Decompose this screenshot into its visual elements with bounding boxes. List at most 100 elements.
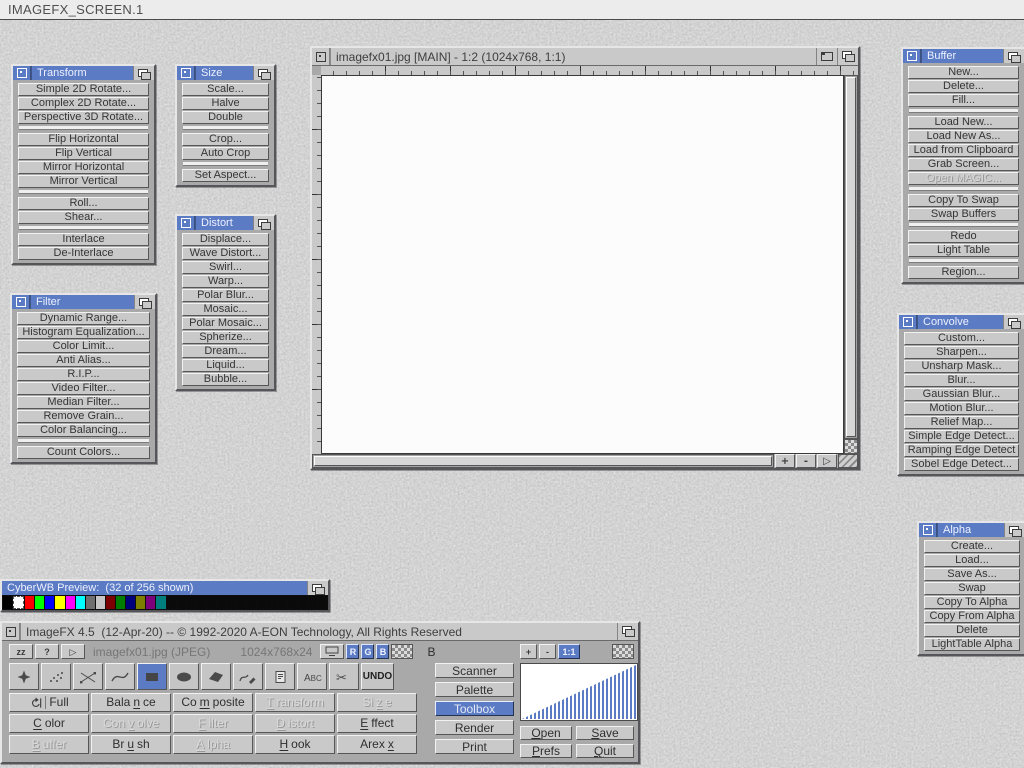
zoom-out-button[interactable]: -: [796, 454, 816, 468]
zoom-in-button[interactable]: +: [520, 644, 537, 659]
open-button[interactable]: Open: [520, 726, 572, 740]
set-aspect-button[interactable]: Set Aspect...: [182, 169, 269, 182]
depth-gadget-icon[interactable]: [253, 216, 274, 230]
bubble-button[interactable]: Bubble...: [182, 373, 269, 386]
pattern-button[interactable]: [612, 644, 634, 659]
count-colors-button[interactable]: Count Colors...: [17, 446, 150, 459]
palette-swatch-16[interactable]: [167, 596, 176, 609]
redo-button[interactable]: Redo: [908, 230, 1019, 243]
palette-swatch-1[interactable]: [13, 596, 24, 609]
relief-map-button[interactable]: Relief Map...: [904, 416, 1019, 429]
image-canvas[interactable]: [321, 75, 844, 454]
depth-gadget-icon[interactable]: [253, 66, 274, 80]
de-interlace-button[interactable]: De-Interlace: [18, 247, 149, 260]
motion-blur-button[interactable]: Motion Blur...: [904, 402, 1019, 415]
depth-gadget-icon[interactable]: [617, 623, 638, 640]
mosaic-button[interactable]: Mosaic...: [182, 303, 269, 316]
anti-alias-button[interactable]: Anti Alias...: [17, 354, 150, 367]
alpha-view-toggle-icon[interactable]: [844, 439, 858, 454]
composite-button[interactable]: Composite: [173, 693, 253, 712]
sharpen-button[interactable]: Sharpen...: [904, 346, 1019, 359]
airbrush-tool-button[interactable]: [41, 663, 71, 690]
copy-from-alpha-button[interactable]: Copy From Alpha: [924, 610, 1020, 623]
play-button[interactable]: ▷: [817, 454, 837, 468]
buffer-titlebar[interactable]: Buffer: [903, 49, 1024, 63]
zoom-ratio-button[interactable]: 1:1: [558, 644, 580, 659]
gaussian-blur-button[interactable]: Gaussian Blur...: [904, 388, 1019, 401]
swap-button[interactable]: Swap: [924, 582, 1020, 595]
blue-channel-button[interactable]: B: [376, 644, 389, 659]
palette-swatch-6[interactable]: [66, 596, 75, 609]
horizontal-scroll-knob[interactable]: [314, 456, 772, 466]
load-new-button[interactable]: Load New...: [908, 116, 1019, 129]
palette-swatch-11[interactable]: [116, 596, 125, 609]
palette-swatch-26[interactable]: [267, 596, 276, 609]
palette-swatch-9[interactable]: [96, 596, 105, 609]
full-button[interactable]: Full: [9, 693, 89, 712]
box-tool-button[interactable]: [137, 663, 167, 690]
dynamic-range-button[interactable]: Dynamic Range...: [17, 312, 150, 325]
palette-swatch-28[interactable]: [288, 596, 297, 609]
clipboard-tool-button[interactable]: [265, 663, 295, 690]
palette-swatch-22[interactable]: [227, 596, 236, 609]
color-balancing-button[interactable]: Color Balancing...: [17, 424, 150, 437]
help-button[interactable]: ?: [35, 644, 59, 659]
screen-titlebar[interactable]: IMAGEFX_SCREEN.1: [0, 0, 1024, 20]
effect-button[interactable]: Effect: [337, 714, 417, 733]
size-titlebar[interactable]: Size: [177, 66, 274, 80]
oval-tool-button[interactable]: [169, 663, 199, 690]
scanner-button[interactable]: Scanner: [435, 663, 514, 678]
close-icon[interactable]: [177, 216, 195, 230]
close-icon[interactable]: [919, 523, 937, 537]
spherize-button[interactable]: Spherize...: [182, 331, 269, 344]
palette-window-titlebar[interactable]: CyberWB Preview: (32 of 256 shown): [2, 581, 328, 595]
grab-screen-button[interactable]: Grab Screen...: [908, 158, 1019, 171]
ramping-edge-detect-button[interactable]: Ramping Edge Detect: [904, 444, 1019, 457]
close-icon[interactable]: [2, 623, 20, 640]
simple-2d-rotate-button[interactable]: Simple 2D Rotate...: [18, 83, 149, 96]
palette-swatch-30[interactable]: [308, 596, 317, 609]
vertical-scrollbar[interactable]: [844, 75, 858, 439]
simple-edge-detect-button[interactable]: Simple Edge Detect...: [904, 430, 1019, 443]
palette-swatch-0[interactable]: [3, 596, 12, 609]
crop-button[interactable]: Crop...: [182, 133, 269, 146]
zoom-in-button[interactable]: +: [775, 454, 795, 468]
swap-buffers-button[interactable]: Swap Buffers: [908, 208, 1019, 221]
load-from-clipboard-button[interactable]: Load from Clipboard: [908, 144, 1019, 157]
copy-to-alpha-button[interactable]: Copy To Alpha: [924, 596, 1020, 609]
curve-tool-button[interactable]: [105, 663, 135, 690]
palette-button[interactable]: Palette: [435, 682, 514, 697]
transform-titlebar[interactable]: Transform: [13, 66, 154, 80]
displace-button[interactable]: Displace...: [182, 233, 269, 246]
brush-button[interactable]: Brush: [91, 735, 171, 754]
image-window-titlebar[interactable]: imagefx01.jpg [MAIN] - 1:2 (1024x768, 1:…: [312, 48, 858, 66]
light-table-button[interactable]: Light Table: [908, 244, 1019, 257]
warp-button[interactable]: Warp...: [182, 275, 269, 288]
halve-button[interactable]: Halve: [182, 97, 269, 110]
video-filter-button[interactable]: Video Filter...: [17, 382, 150, 395]
depth-gadget-icon[interactable]: [837, 48, 858, 65]
palette-swatch-20[interactable]: [207, 596, 216, 609]
flip-vertical-button[interactable]: Flip Vertical: [18, 147, 149, 160]
wave-distort-button[interactable]: Wave Distort...: [182, 247, 269, 260]
screen-mode-icon[interactable]: [320, 644, 344, 659]
double-button[interactable]: Double: [182, 111, 269, 124]
palette-swatch-21[interactable]: [217, 596, 226, 609]
depth-gadget-icon[interactable]: [1003, 315, 1024, 329]
save-button[interactable]: Save: [576, 726, 634, 740]
lighttable-alpha-button[interactable]: LightTable Alpha: [924, 638, 1020, 651]
palette-swatch-5[interactable]: [55, 596, 64, 609]
palette-swatch-31[interactable]: [318, 596, 327, 609]
copy-to-swap-button[interactable]: Copy To Swap: [908, 194, 1019, 207]
mirror-vertical-button[interactable]: Mirror Vertical: [18, 175, 149, 188]
palette-swatch-29[interactable]: [298, 596, 307, 609]
polar-blur-button[interactable]: Polar Blur...: [182, 289, 269, 302]
distort-titlebar[interactable]: Distort: [177, 216, 274, 230]
palette-swatch-14[interactable]: [146, 596, 155, 609]
mirror-horizontal-button[interactable]: Mirror Horizontal: [18, 161, 149, 174]
complex-2d-rotate-button[interactable]: Complex 2D Rotate...: [18, 97, 149, 110]
polar-mosaic-button[interactable]: Polar Mosaic...: [182, 317, 269, 330]
r-i-p-button[interactable]: R.I.P...: [17, 368, 150, 381]
zoom-gadget-icon[interactable]: [816, 48, 837, 65]
histogram-equalization-button[interactable]: Histogram Equalization...: [17, 326, 150, 339]
